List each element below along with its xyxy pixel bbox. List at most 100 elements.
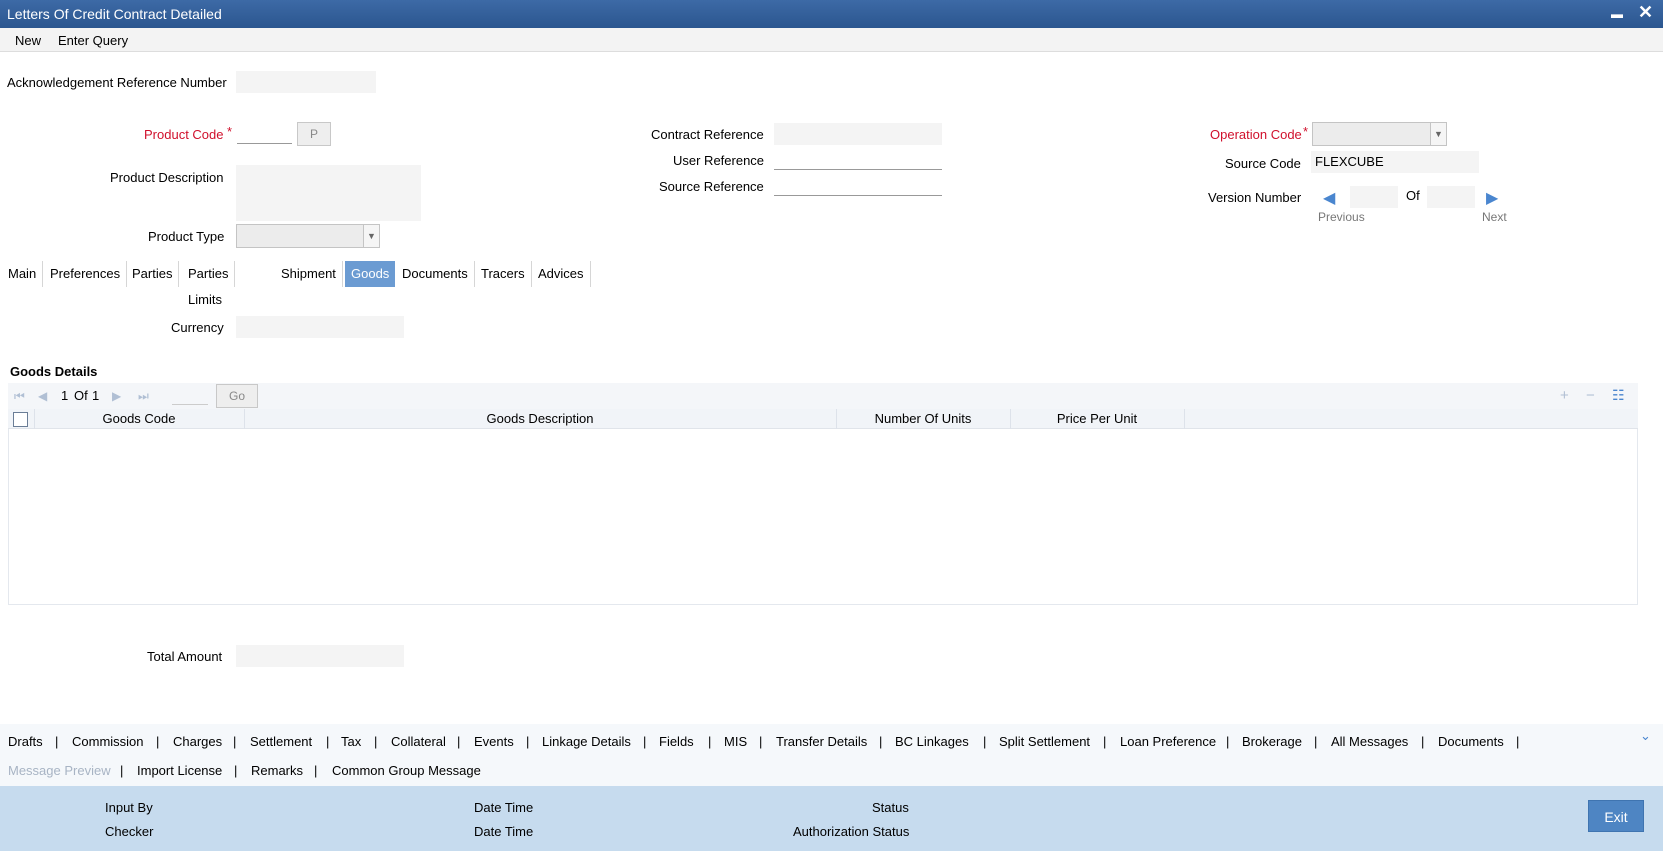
link-separator: | (759, 734, 763, 749)
previous-label[interactable]: Previous (1318, 210, 1365, 224)
link-import-license[interactable]: Import License (137, 763, 222, 778)
tab-advices[interactable]: Advices (532, 261, 591, 287)
link-brokerage[interactable]: Brokerage (1242, 734, 1302, 749)
link-separator: | (55, 734, 59, 749)
menu-new[interactable]: New (15, 33, 41, 48)
tab-documents[interactable]: Documents (396, 261, 475, 287)
link-separator: | (457, 734, 461, 749)
product-type-label: Product Type (148, 229, 225, 244)
contract-ref-field[interactable] (774, 123, 942, 145)
link-collateral[interactable]: Collateral (391, 734, 446, 749)
operation-code-select[interactable]: ▼ (1312, 122, 1447, 146)
link-all-messages[interactable]: All Messages (1331, 734, 1408, 749)
version-of-label: Of (1406, 188, 1420, 203)
goods-grid-toolbar: ⏮ ◀ 1 Of 1 ▶ ⏭ Go + − ☷ (8, 383, 1638, 409)
link-drafts[interactable]: Drafts (8, 734, 43, 749)
col-goods-code[interactable]: Goods Code (34, 411, 244, 426)
menu-enter-query[interactable]: Enter Query (58, 33, 128, 48)
tab-preferences[interactable]: Preferences (44, 261, 128, 287)
audit-footer: Input By Checker Date Time Date Time Sta… (0, 786, 1663, 851)
next-arrow-icon[interactable]: ▶ (1486, 188, 1498, 208)
link-bc-linkages[interactable]: BC Linkages (895, 734, 969, 749)
col-price-per-unit[interactable]: Price Per Unit (1010, 411, 1184, 426)
next-page-icon[interactable]: ▶ (112, 389, 121, 403)
prev-page-icon[interactable]: ◀ (38, 389, 47, 403)
pager-total: 1 (92, 388, 100, 403)
col-goods-description[interactable]: Goods Description (244, 411, 836, 426)
select-all-checkbox[interactable] (13, 412, 28, 427)
link-separator: | (1421, 734, 1425, 749)
product-desc-field[interactable] (236, 165, 421, 221)
delete-row-icon[interactable]: − (1586, 387, 1595, 404)
chevron-down-icon: ▼ (1430, 123, 1446, 145)
link-remarks[interactable]: Remarks (251, 763, 303, 778)
link-charges[interactable]: Charges (173, 734, 222, 749)
source-code-label: Source Code (1225, 156, 1301, 171)
tab-parties-limits[interactable]: Parties Limits (182, 261, 236, 307)
link-message-preview: Message Preview (8, 763, 111, 778)
ack-ref-label: Acknowledgement Reference Number (7, 75, 227, 90)
add-row-icon[interactable]: + (1560, 387, 1569, 404)
next-label[interactable]: Next (1482, 210, 1507, 224)
link-commission[interactable]: Commission (72, 734, 144, 749)
minimize-icon[interactable]: ▬ (1611, 7, 1623, 21)
ack-ref-field[interactable] (236, 71, 376, 93)
product-code-lov-button[interactable]: P (297, 122, 331, 146)
link-separator: | (234, 763, 238, 778)
link-separator: | (314, 763, 318, 778)
link-linkage-details[interactable]: Linkage Details (542, 734, 631, 749)
link-common-group-message[interactable]: Common Group Message (332, 763, 481, 778)
link-separator: | (374, 734, 378, 749)
close-icon[interactable]: ✕ (1638, 2, 1653, 23)
link-separator: | (1226, 734, 1230, 749)
link-separator: | (983, 734, 987, 749)
product-type-select[interactable]: ▼ (236, 224, 380, 248)
currency-field[interactable] (236, 316, 404, 338)
product-desc-label: Product Description (110, 170, 224, 185)
link-separator: | (1103, 734, 1107, 749)
go-button[interactable]: Go (216, 384, 258, 408)
link-transfer-details[interactable]: Transfer Details (776, 734, 867, 749)
tab-goods[interactable]: Goods (345, 261, 396, 287)
pager-current: 1 (61, 388, 69, 403)
window-title: Letters Of Credit Contract Detailed (7, 6, 222, 22)
total-amount-field[interactable] (236, 645, 404, 667)
menu-bar: New Enter Query (0, 28, 1663, 52)
link-mis[interactable]: MIS (724, 734, 747, 749)
goods-details-title: Goods Details (10, 364, 98, 379)
product-code-label: Product Code (144, 127, 224, 142)
link-separator: | (233, 734, 237, 749)
subsystem-links: Drafts | Commission | Charges | Settleme… (0, 724, 1663, 786)
exit-button[interactable]: Exit (1588, 800, 1644, 832)
link-documents[interactable]: Documents (1438, 734, 1504, 749)
tab-shipment[interactable]: Shipment (275, 261, 343, 287)
link-settlement[interactable]: Settlement (250, 734, 312, 749)
version-current-field[interactable] (1350, 186, 1398, 208)
page-number-input[interactable] (172, 387, 208, 405)
last-page-icon[interactable]: ⏭ (138, 389, 149, 404)
operation-code-label: Operation Code (1210, 127, 1302, 142)
link-separator: | (526, 734, 530, 749)
expand-chevron-icon[interactable]: ⌄ (1640, 728, 1651, 744)
status-label: Status (872, 800, 909, 815)
source-code-field[interactable]: FLEXCUBE (1311, 151, 1479, 173)
tab-parties[interactable]: Parties (126, 261, 180, 287)
link-loan-preference[interactable]: Loan Preference (1120, 734, 1216, 749)
user-ref-input[interactable] (774, 148, 942, 170)
link-fields[interactable]: Fields (659, 734, 694, 749)
link-separator: | (708, 734, 712, 749)
version-total-field[interactable] (1427, 186, 1475, 208)
tab-tracers[interactable]: Tracers (475, 261, 532, 287)
link-separator: | (326, 734, 330, 749)
previous-arrow-icon[interactable]: ◀ (1323, 188, 1335, 208)
tab-main[interactable]: Main (2, 261, 44, 287)
product-code-input[interactable] (237, 122, 292, 144)
single-view-icon[interactable]: ☷ (1612, 387, 1625, 404)
link-events[interactable]: Events (474, 734, 514, 749)
source-ref-input[interactable] (774, 174, 942, 196)
link-split-settlement[interactable]: Split Settlement (999, 734, 1090, 749)
link-separator: | (643, 734, 647, 749)
col-number-of-units[interactable]: Number Of Units (836, 411, 1010, 426)
link-tax[interactable]: Tax (341, 734, 361, 749)
first-page-icon[interactable]: ⏮ (14, 389, 25, 404)
